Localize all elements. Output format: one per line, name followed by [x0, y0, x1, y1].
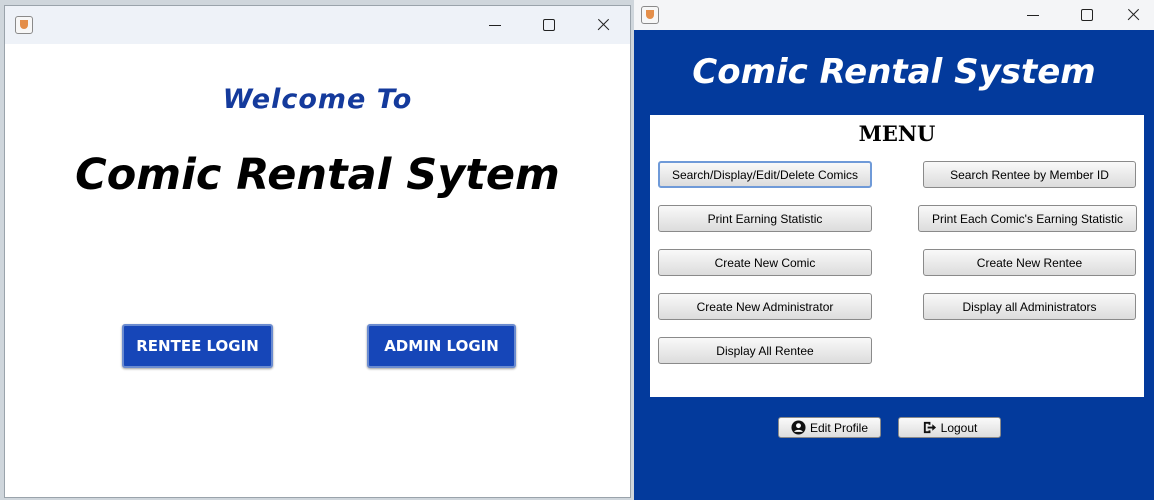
- logout-button[interactable]: Logout: [898, 417, 1001, 438]
- close-icon[interactable]: [1122, 4, 1146, 26]
- display-admins-button[interactable]: Display all Administrators: [923, 293, 1136, 320]
- menu-heading: MENU: [858, 121, 936, 146]
- login-window: Welcome To Comic Rental Sytem RENTEE LOG…: [4, 5, 631, 498]
- java-app-icon: [15, 16, 33, 34]
- search-rentee-button[interactable]: Search Rentee by Member ID: [923, 161, 1136, 188]
- title-bar: [634, 0, 1154, 30]
- edit-profile-label: Edit Profile: [809, 420, 869, 435]
- create-rentee-button[interactable]: Create New Rentee: [923, 249, 1136, 276]
- minimize-icon[interactable]: [1021, 4, 1045, 26]
- logout-label: Logout: [940, 420, 978, 435]
- logout-icon: [922, 420, 937, 435]
- display-rentees-button[interactable]: Display All Rentee: [658, 337, 872, 364]
- user-icon: [791, 420, 806, 435]
- title-bar: [5, 6, 630, 44]
- java-app-icon: [641, 6, 659, 24]
- menu-window: Comic Rental System MENU Search/Display/…: [634, 0, 1154, 500]
- print-earning-button[interactable]: Print Earning Statistic: [658, 205, 872, 232]
- menu-panel: MENU Search/Display/Edit/Delete Comics S…: [650, 115, 1144, 397]
- create-comic-button[interactable]: Create New Comic: [658, 249, 872, 276]
- create-admin-button[interactable]: Create New Administrator: [658, 293, 872, 320]
- admin-login-button[interactable]: ADMIN LOGIN: [367, 324, 516, 368]
- edit-profile-button[interactable]: Edit Profile: [778, 417, 881, 438]
- welcome-heading: Welcome To: [222, 84, 413, 115]
- close-icon[interactable]: [592, 14, 616, 36]
- app-title: Comic Rental Sytem: [75, 150, 560, 200]
- minimize-icon[interactable]: [483, 14, 507, 36]
- print-each-comic-earning-button[interactable]: Print Each Comic's Earning Statistic: [918, 205, 1137, 232]
- maximize-icon[interactable]: [537, 14, 561, 36]
- system-title: Comic Rental System: [692, 52, 1096, 92]
- search-comics-button[interactable]: Search/Display/Edit/Delete Comics: [658, 161, 872, 188]
- rentee-login-button[interactable]: RENTEE LOGIN: [122, 324, 273, 368]
- maximize-icon[interactable]: [1075, 4, 1099, 26]
